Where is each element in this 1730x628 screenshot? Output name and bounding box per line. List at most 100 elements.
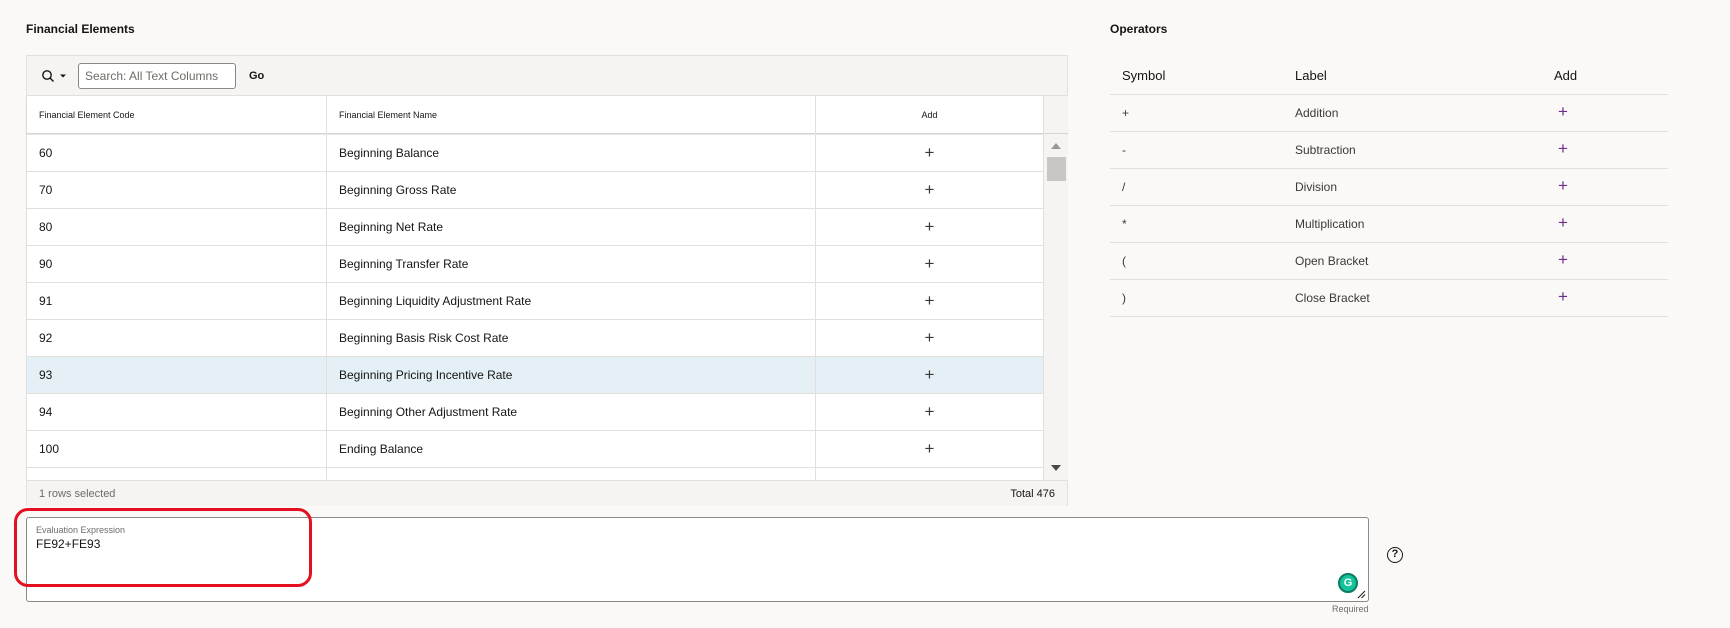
- financial-elements-toolbar: Go: [27, 56, 1067, 96]
- help-icon[interactable]: ?: [1387, 547, 1403, 563]
- operator-label-cell: Close Bracket: [1295, 291, 1370, 305]
- table-row[interactable]: 70 Beginning Gross Rate +: [27, 172, 1043, 209]
- operator-label-cell: Subtraction: [1295, 143, 1356, 157]
- table-row[interactable]: 60 Beginning Balance +: [27, 135, 1043, 172]
- operators-header: Symbol Label Add: [1110, 55, 1668, 95]
- column-header-label: Label: [1295, 68, 1327, 83]
- add-cell: +: [816, 394, 1043, 430]
- scroll-up-arrow-icon[interactable]: [1051, 143, 1061, 149]
- add-operator-button[interactable]: +: [1558, 132, 1568, 166]
- element-name-cell: Beginning Gross Rate: [327, 172, 816, 208]
- element-code-cell: 94: [27, 394, 327, 430]
- add-element-button[interactable]: +: [925, 394, 935, 430]
- element-code-cell: 92: [27, 320, 327, 356]
- financial-elements-footer: 1 rows selected Total 476: [27, 480, 1067, 506]
- operator-symbol-cell: +: [1122, 106, 1130, 120]
- element-code-cell: 90: [27, 246, 327, 282]
- add-element-button[interactable]: +: [925, 283, 935, 319]
- operator-symbol-cell: (: [1122, 254, 1126, 268]
- table-row[interactable]: 92 Beginning Basis Risk Cost Rate +: [27, 320, 1043, 357]
- add-element-button[interactable]: +: [925, 357, 935, 393]
- scroll-down-arrow-icon[interactable]: [1051, 465, 1061, 471]
- add-cell: +: [816, 209, 1043, 245]
- add-operator-button[interactable]: +: [1558, 206, 1568, 240]
- add-element-button[interactable]: +: [925, 209, 935, 245]
- element-code-cell: 80: [27, 209, 327, 245]
- add-operator-button[interactable]: +: [1558, 243, 1568, 277]
- operator-label-cell: Multiplication: [1295, 217, 1365, 231]
- add-element-button[interactable]: +: [925, 320, 935, 356]
- financial-elements-panel: Go Financial Element Code Financial Elem…: [26, 55, 1068, 506]
- operators-title: Operators: [1110, 22, 1168, 36]
- element-code-cell: 93: [27, 357, 327, 393]
- operator-label-cell: Addition: [1295, 106, 1339, 120]
- required-label: Required: [1332, 604, 1369, 614]
- grammarly-icon[interactable]: G: [1338, 573, 1358, 593]
- table-row[interactable]: 93 Beginning Pricing Incentive Rate +: [27, 357, 1043, 394]
- add-element-button[interactable]: +: [925, 246, 935, 282]
- operator-row[interactable]: - Subtraction +: [1110, 132, 1668, 169]
- add-operator-button[interactable]: +: [1558, 169, 1568, 203]
- element-name-cell: Beginning Other Adjustment Rate: [327, 394, 816, 430]
- element-name-cell: Beginning Liquidity Adjustment Rate: [327, 283, 816, 319]
- element-code-cell: 91: [27, 283, 327, 319]
- column-header-add: Add: [1554, 68, 1578, 83]
- element-name-cell: [327, 468, 816, 480]
- add-cell: +: [816, 357, 1043, 393]
- vertical-scrollbar[interactable]: [1043, 135, 1068, 480]
- operator-row[interactable]: / Division +: [1110, 169, 1668, 206]
- add-operator-button[interactable]: +: [1558, 280, 1568, 314]
- table-row-partial: [27, 468, 1043, 480]
- table-row[interactable]: 90 Beginning Transfer Rate +: [27, 246, 1043, 283]
- table-row[interactable]: 80 Beginning Net Rate +: [27, 209, 1043, 246]
- add-cell: +: [816, 320, 1043, 356]
- element-name-cell: Beginning Pricing Incentive Rate: [327, 357, 816, 393]
- operator-row[interactable]: + Addition +: [1110, 95, 1668, 132]
- search-menu-button[interactable]: [41, 67, 71, 85]
- table-row[interactable]: 94 Beginning Other Adjustment Rate +: [27, 394, 1043, 431]
- go-button[interactable]: Go: [243, 63, 270, 89]
- column-header-add[interactable]: Add: [816, 96, 1043, 134]
- add-element-button[interactable]: +: [925, 135, 935, 171]
- operator-row[interactable]: ) Close Bracket +: [1110, 280, 1668, 317]
- add-operator-button[interactable]: +: [1558, 95, 1568, 129]
- add-cell: +: [816, 172, 1043, 208]
- element-name-cell: Beginning Balance: [327, 135, 816, 171]
- search-input[interactable]: [78, 63, 236, 89]
- column-header-code[interactable]: Financial Element Code: [27, 96, 327, 134]
- resize-handle-icon[interactable]: [1356, 589, 1366, 599]
- add-cell: +: [816, 431, 1043, 467]
- table-row[interactable]: 91 Beginning Liquidity Adjustment Rate +: [27, 283, 1043, 320]
- element-code-cell: 70: [27, 172, 327, 208]
- element-name-cell: Beginning Basis Risk Cost Rate: [327, 320, 816, 356]
- header-corner: [1043, 96, 1068, 134]
- add-element-button[interactable]: +: [925, 172, 935, 208]
- evaluation-expression-label: Evaluation Expression: [36, 525, 126, 535]
- element-code-cell: [27, 468, 327, 480]
- rows-selected-status: 1 rows selected: [39, 488, 116, 500]
- add-cell: +: [816, 283, 1043, 319]
- element-name-cell: Ending Balance: [327, 431, 816, 467]
- operator-row[interactable]: ( Open Bracket +: [1110, 243, 1668, 280]
- element-code-cell: 100: [27, 431, 327, 467]
- scroll-thumb[interactable]: [1047, 157, 1066, 181]
- evaluation-expression-value[interactable]: FE92+FE93: [36, 537, 100, 551]
- operator-symbol-cell: /: [1122, 180, 1126, 194]
- element-name-cell: Beginning Transfer Rate: [327, 246, 816, 282]
- operator-row[interactable]: * Multiplication +: [1110, 206, 1668, 243]
- evaluation-expression-field[interactable]: Evaluation Expression FE92+FE93 G: [26, 517, 1369, 602]
- financial-elements-title: Financial Elements: [26, 22, 135, 36]
- add-cell: +: [816, 246, 1043, 282]
- total-count: Total 476: [1010, 488, 1055, 500]
- financial-elements-header: Financial Element Code Financial Element…: [27, 96, 1043, 134]
- operator-label-cell: Open Bracket: [1295, 254, 1369, 268]
- operator-label-cell: Division: [1295, 180, 1338, 194]
- column-header-symbol: Symbol: [1122, 68, 1166, 83]
- operator-symbol-cell: -: [1122, 143, 1126, 157]
- caret-down-icon: [60, 74, 66, 78]
- column-header-name[interactable]: Financial Element Name: [327, 96, 816, 134]
- operator-symbol-cell: ): [1122, 291, 1126, 305]
- add-element-button[interactable]: +: [925, 431, 935, 467]
- operator-symbol-cell: *: [1122, 217, 1127, 231]
- table-row[interactable]: 100 Ending Balance +: [27, 431, 1043, 468]
